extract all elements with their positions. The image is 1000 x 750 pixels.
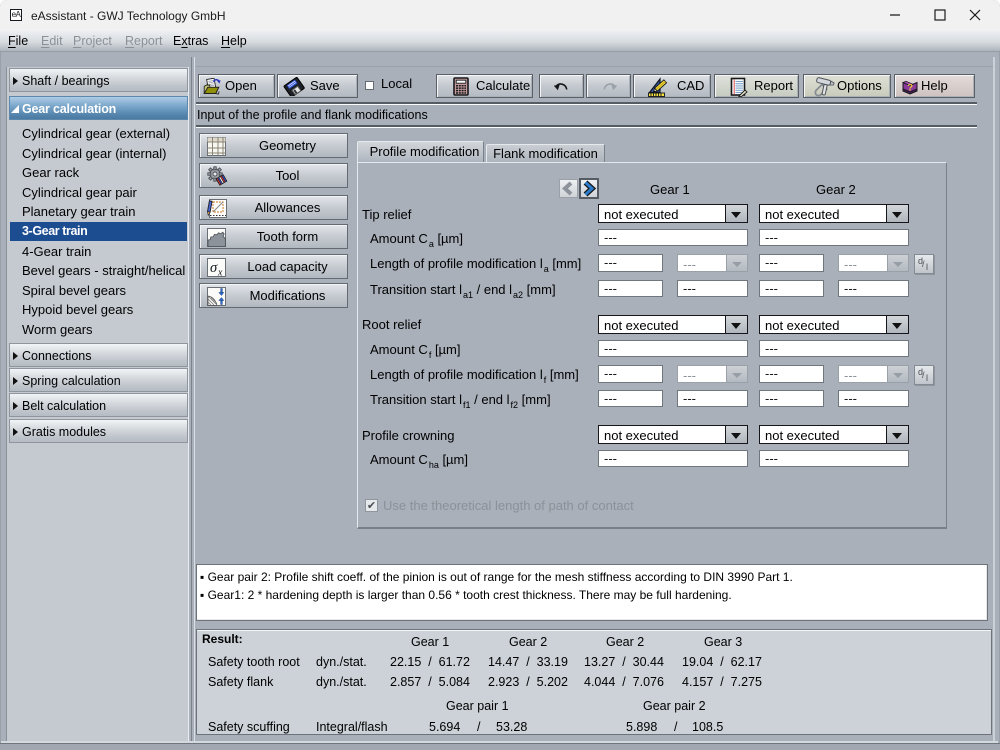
svg-text:x: x [217,268,223,278]
svg-text:σ: σ [210,260,218,276]
svg-text:?: ? [907,82,913,93]
